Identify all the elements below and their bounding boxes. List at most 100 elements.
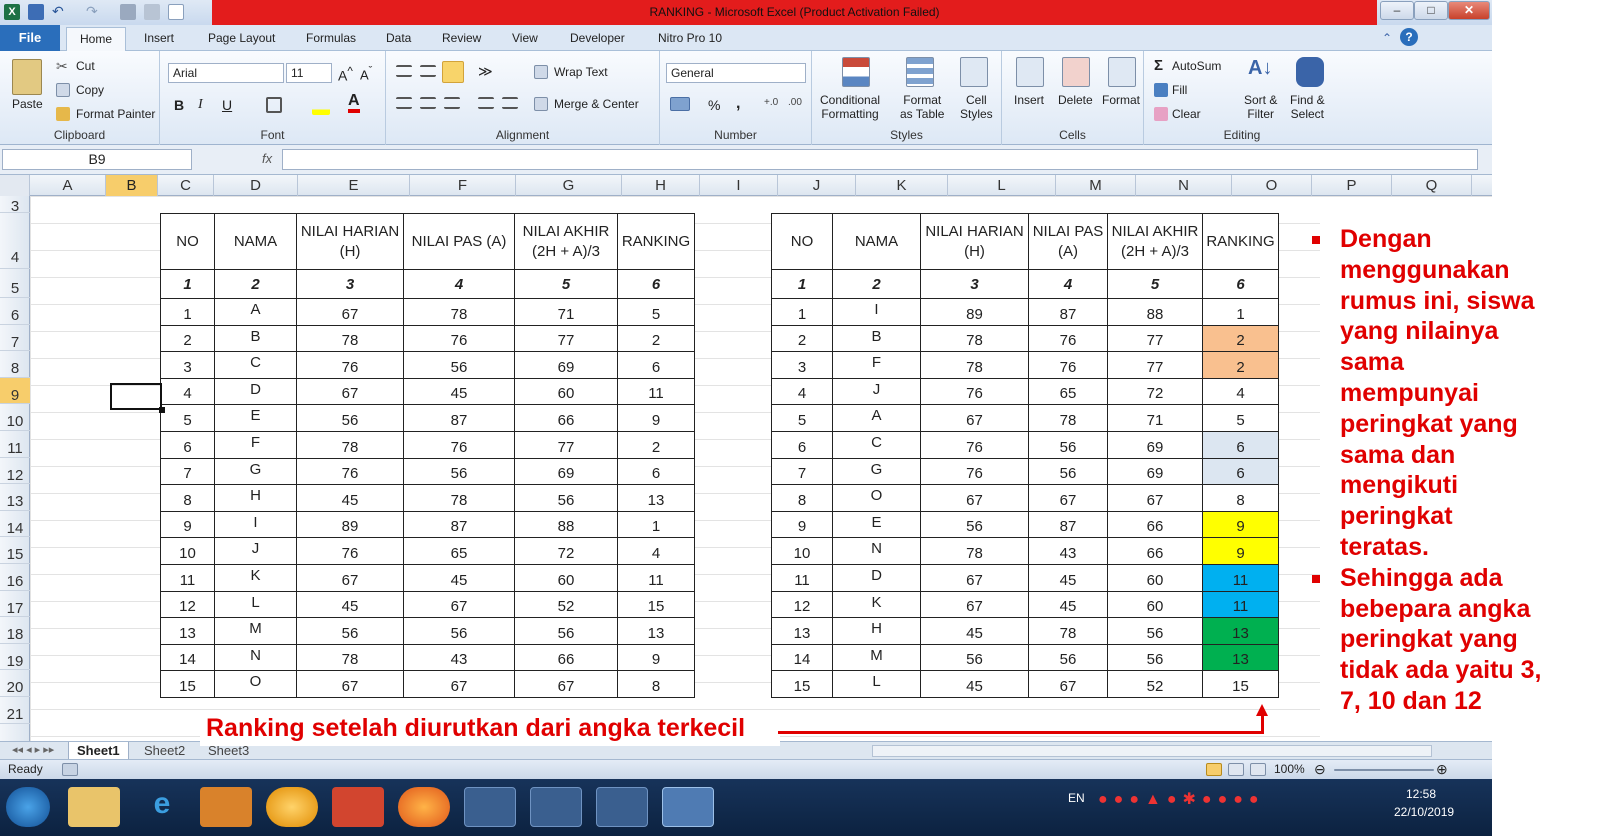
- delete-cells-button[interactable]: Delete: [1058, 93, 1093, 107]
- table-cell[interactable]: 5: [617, 298, 695, 326]
- row-header-18[interactable]: 18: [0, 617, 30, 644]
- table-cell[interactable]: G: [214, 457, 297, 486]
- left-header-cell[interactable]: RANKING: [617, 213, 695, 270]
- table-cell[interactable]: 56: [1107, 643, 1203, 672]
- table-cell[interactable]: 65: [403, 537, 515, 565]
- table-cell[interactable]: 14: [160, 643, 215, 672]
- row-header-4[interactable]: 4: [0, 213, 30, 269]
- pdf-app-icon[interactable]: [596, 787, 648, 827]
- row-header-20[interactable]: 20: [0, 670, 30, 697]
- align-left-icon[interactable]: [396, 97, 412, 109]
- table-cell[interactable]: 2: [617, 430, 695, 459]
- format-painter-button[interactable]: Format Painter: [76, 107, 155, 121]
- format-cells-button[interactable]: Format: [1102, 93, 1140, 107]
- tab-formulas[interactable]: Formulas: [306, 31, 356, 45]
- column-header-f[interactable]: F: [410, 175, 516, 196]
- page-break-view-icon[interactable]: [1250, 763, 1266, 776]
- minimize-button[interactable]: –: [1380, 1, 1414, 20]
- table-cell[interactable]: 78: [920, 324, 1029, 353]
- table-cell[interactable]: 2: [617, 324, 695, 353]
- table-cell[interactable]: 78: [403, 298, 515, 326]
- tab-view[interactable]: View: [512, 31, 538, 45]
- table-cell[interactable]: 56: [403, 351, 515, 379]
- rank-highlight-cell[interactable]: 2: [1202, 351, 1279, 379]
- rank-highlight-cell[interactable]: 6: [1202, 430, 1279, 459]
- font-size-select[interactable]: 11: [286, 63, 332, 83]
- align-top-icon[interactable]: [396, 65, 412, 77]
- insert-function-icon[interactable]: fx: [262, 151, 272, 166]
- find-select-button[interactable]: Find & Select: [1290, 93, 1325, 121]
- column-header-c[interactable]: C: [158, 175, 214, 196]
- table-cell[interactable]: 52: [514, 590, 618, 619]
- excel-taskbar-icon[interactable]: [662, 787, 714, 827]
- redo-icon[interactable]: ↷: [86, 4, 102, 20]
- left-header-cell[interactable]: NILAI AKHIR (2H + A)/3: [514, 213, 618, 270]
- table-cell[interactable]: 78: [296, 430, 404, 459]
- table-cell[interactable]: 6: [771, 430, 833, 459]
- table-cell[interactable]: 71: [514, 298, 618, 326]
- table-cell[interactable]: 13: [617, 484, 695, 512]
- table-cell[interactable]: 14: [771, 643, 833, 672]
- table-cell[interactable]: 7: [771, 457, 833, 486]
- table-cell[interactable]: 6: [160, 430, 215, 459]
- column-header-g[interactable]: G: [516, 175, 622, 196]
- decrease-indent-icon[interactable]: [478, 97, 494, 109]
- print-icon[interactable]: [120, 4, 136, 20]
- table-cell[interactable]: D: [214, 377, 297, 406]
- table-cell[interactable]: 45: [403, 563, 515, 592]
- help-icon[interactable]: ?: [1400, 28, 1418, 46]
- table-cell[interactable]: 67: [514, 670, 618, 698]
- table-cell[interactable]: C: [214, 351, 297, 379]
- table-cell[interactable]: 45: [1028, 563, 1108, 592]
- left-index-cell[interactable]: 1: [160, 269, 215, 299]
- table-cell[interactable]: 45: [296, 484, 404, 512]
- column-header-a[interactable]: A: [30, 175, 106, 196]
- table-cell[interactable]: 72: [514, 537, 618, 565]
- table-cell[interactable]: 56: [403, 617, 515, 645]
- table-cell[interactable]: 78: [920, 537, 1029, 565]
- right-index-cell[interactable]: 6: [1202, 269, 1279, 299]
- table-cell[interactable]: 4: [617, 537, 695, 565]
- rank-highlight-cell[interactable]: 9: [1202, 510, 1279, 539]
- bold-button[interactable]: B: [174, 97, 184, 113]
- currency-icon[interactable]: [670, 97, 690, 111]
- table-cell[interactable]: 1: [771, 298, 833, 326]
- table-cell[interactable]: 76: [1028, 324, 1108, 353]
- row-header-10[interactable]: 10: [0, 404, 30, 431]
- formula-input[interactable]: [282, 149, 1478, 170]
- table-cell[interactable]: 7: [160, 457, 215, 486]
- italic-button[interactable]: I: [198, 97, 203, 113]
- table-cell[interactable]: M: [214, 617, 297, 645]
- table-cell[interactable]: 67: [1028, 484, 1108, 512]
- rank-highlight-cell[interactable]: 2: [1202, 324, 1279, 353]
- rank-highlight-cell[interactable]: 11: [1202, 590, 1279, 619]
- table-cell[interactable]: 56: [296, 617, 404, 645]
- table-cell[interactable]: M: [832, 643, 921, 672]
- table-cell[interactable]: E: [214, 404, 297, 432]
- align-bottom-icon[interactable]: [442, 61, 464, 83]
- table-cell[interactable]: 87: [403, 404, 515, 432]
- table-cell[interactable]: 77: [514, 324, 618, 353]
- rank-highlight-cell[interactable]: 11: [1202, 563, 1279, 592]
- shrink-font-icon[interactable]: Aˇ: [360, 65, 372, 82]
- table-cell[interactable]: 56: [1107, 617, 1203, 645]
- column-header-o[interactable]: O: [1232, 175, 1312, 196]
- messenger-icon[interactable]: [266, 787, 318, 827]
- save-icon[interactable]: [28, 4, 44, 20]
- font-color-icon[interactable]: A: [348, 93, 360, 113]
- column-header-b[interactable]: B: [106, 175, 158, 196]
- sheet-nav-arrows[interactable]: ◂◂ ◂ ▸ ▸▸: [4, 742, 62, 760]
- row-header-6[interactable]: 6: [0, 298, 30, 325]
- clear-button[interactable]: Clear: [1172, 107, 1201, 121]
- wrap-text-button[interactable]: Wrap Text: [554, 65, 608, 79]
- table-cell[interactable]: H: [214, 484, 297, 512]
- table-cell[interactable]: 66: [1107, 537, 1203, 565]
- left-index-cell[interactable]: 5: [514, 269, 618, 299]
- zoom-in-icon[interactable]: ⊕: [1436, 761, 1448, 778]
- table-cell[interactable]: 1: [1202, 298, 1279, 326]
- sheet-tab-2[interactable]: Sheet2: [136, 742, 193, 760]
- borders-icon[interactable]: [266, 97, 282, 113]
- table-cell[interactable]: 2: [160, 324, 215, 353]
- clock-time[interactable]: 12:58: [1406, 787, 1436, 801]
- collapse-ribbon-icon[interactable]: ⌃: [1382, 31, 1392, 45]
